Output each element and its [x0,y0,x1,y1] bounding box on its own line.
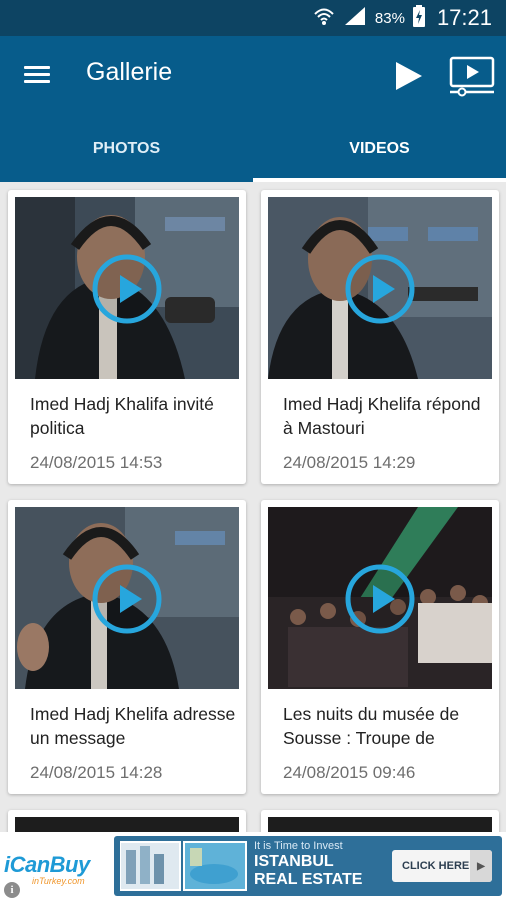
play-button-icon [345,254,415,324]
cast-icon[interactable] [448,54,496,98]
ad-brand: iCanBuy [4,852,90,877]
ad-photos [120,841,247,891]
status-bar: 83% 17:21 [0,0,506,36]
page-title: Gallerie [86,58,173,86]
ad-headline: REAL ESTATE [254,871,363,888]
ad-banner[interactable]: iCanBuy inTurkey.com It is Time to Inves… [0,832,506,900]
play-button-icon [92,254,162,324]
signal-icon [343,5,367,32]
ad-content[interactable]: It is Time to Invest ISTANBUL REAL ESTAT… [114,836,502,896]
video-card[interactable] [8,810,246,832]
video-card[interactable]: Les nuits du musée de Sousse : Troupe de… [261,500,499,794]
video-card[interactable]: Imed Hadj Khalifa invité politica 24/08/… [8,190,246,484]
ad-tagline: It is Time to Invest [254,840,343,852]
video-title: Imed Hadj Khelifa répond à Mastouri [283,394,481,438]
ad-headline: ISTANBUL [254,853,334,870]
video-thumbnail [15,507,239,689]
battery-percent: 83% [374,9,405,27]
video-thumbnail [15,197,239,379]
play-button-icon [92,564,162,634]
video-card[interactable] [261,810,499,832]
menu-icon[interactable] [22,62,58,90]
video-title: Les nuits du musée de Sousse : Troupe de [283,704,460,748]
app-bar: Gallerie [0,36,506,116]
play-icon[interactable] [388,56,428,96]
video-card[interactable]: Imed Hadj Khelifa adresse un message 24/… [8,500,246,794]
tab-bar: PHOTOS VIDEOS [0,116,506,182]
wifi-icon [313,5,335,32]
video-date: 24/08/2015 14:29 [283,453,416,472]
video-thumbnail [268,197,492,379]
video-title: Imed Hadj Khelifa adresse un message [30,704,236,748]
chevron-right-icon: ▶ [470,850,492,882]
video-date: 24/08/2015 14:53 [30,453,163,472]
info-icon[interactable]: i [4,882,20,898]
video-date: 24/08/2015 14:28 [30,763,163,782]
video-card[interactable]: Imed Hadj Khelifa répond à Mastouri 24/0… [261,190,499,484]
video-grid: Imed Hadj Khalifa invité politica 24/08/… [0,182,506,832]
play-button-icon [345,564,415,634]
ad-domain: inTurkey.com [32,876,85,886]
video-title: Imed Hadj Khalifa invité politica [30,394,214,438]
video-date: 24/08/2015 09:46 [283,763,416,782]
clock: 17:21 [436,5,492,30]
battery-charging-icon [412,4,425,32]
tab-videos[interactable]: VIDEOS [253,116,506,182]
ad-click-here-button[interactable]: CLICK HERE ▶ [392,850,492,882]
video-thumbnail [268,507,492,689]
tab-photos[interactable]: PHOTOS [0,116,253,182]
ad-cta-label: CLICK HERE [402,860,470,872]
